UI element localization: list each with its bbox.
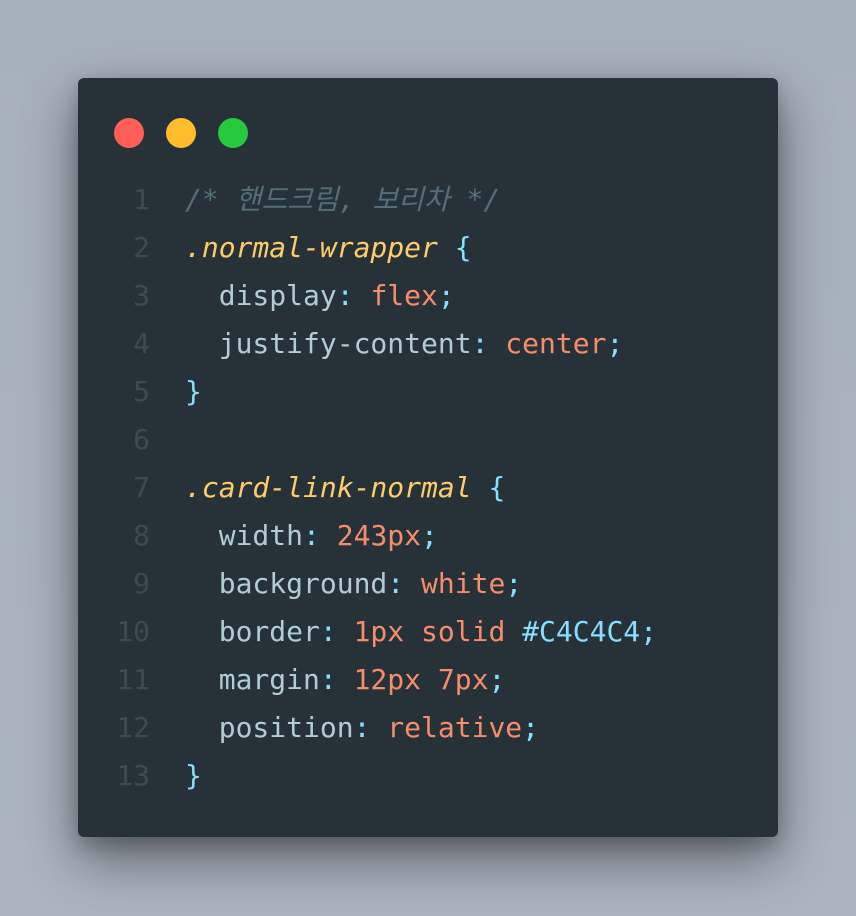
code-token-selector: .card-link-normal <box>185 471 472 504</box>
code-token-punct: ; <box>421 519 438 552</box>
code-token-punct: ; <box>640 615 658 648</box>
code-token-selector: .normal-wrapper <box>185 231 438 264</box>
code-token-value: 243px <box>336 519 422 552</box>
code-line: 13} <box>78 752 778 800</box>
code-token-comment: /* 핸드크림, 보리차 */ <box>185 183 501 216</box>
code-token-punct: : <box>471 327 506 360</box>
code-token-punct: ; <box>505 567 523 600</box>
line-content: border: 1px solid #C4C4C4; <box>150 608 657 656</box>
line-number: 7 <box>133 471 150 504</box>
line-number: 5 <box>133 375 150 408</box>
code-token-punct: : <box>353 711 388 744</box>
code-token-punct: ; <box>522 711 540 744</box>
code-line: 2 .normal-wrapper { <box>78 224 778 272</box>
line-content: background: white; <box>150 560 522 608</box>
close-button[interactable] <box>114 118 144 148</box>
window-controls <box>114 118 248 148</box>
code-line: 3 display: flex; <box>78 272 778 320</box>
code-token-punct: ; <box>488 663 506 696</box>
line-content: width: 243px; <box>150 512 438 560</box>
line-number: 12 <box>116 711 150 744</box>
code-token-hex: #C4C4C4 <box>522 615 641 648</box>
code-line: 12 position: relative; <box>78 704 778 752</box>
line-content: margin: 12px 7px; <box>150 656 506 704</box>
line-number: 6 <box>133 423 150 456</box>
line-number: 8 <box>133 519 150 552</box>
code-line: 11 margin: 12px 7px; <box>78 656 778 704</box>
code-token-punct: : <box>319 615 354 648</box>
line-number: 10 <box>116 615 150 648</box>
code-line: 7 .card-link-normal { <box>78 464 778 512</box>
line-content: display: flex; <box>150 272 455 320</box>
code-token-brace: { <box>454 231 472 264</box>
code-token-prop: border <box>185 615 320 648</box>
code-token-punct: : <box>387 567 422 600</box>
code-token-prop: display <box>185 279 337 312</box>
line-content: justify-content: center; <box>150 320 624 368</box>
line-number: 13 <box>116 759 150 792</box>
code-line: 6 <box>78 416 778 464</box>
line-content: } <box>150 368 202 416</box>
code-token-prop: position <box>185 711 354 744</box>
line-content: } <box>150 752 202 800</box>
code-window: 1/* 핸드크림, 보리차 */2 .normal-wrapper {3 disp… <box>78 78 778 837</box>
line-content: .card-link-normal { <box>150 464 505 512</box>
code-token-punct: : <box>303 519 337 552</box>
minimize-button[interactable] <box>166 118 196 148</box>
code-token-prop: justify-content <box>185 327 472 360</box>
code-token-punct: : <box>336 279 371 312</box>
line-number: 9 <box>133 567 150 600</box>
maximize-button[interactable] <box>218 118 248 148</box>
line-number: 2 <box>133 231 150 264</box>
code-token-brace: } <box>185 375 202 408</box>
code-line: 8 width: 243px; <box>78 512 778 560</box>
code-token-punct: ; <box>437 279 455 312</box>
line-number: 3 <box>133 279 150 312</box>
code-block: 1/* 핸드크림, 보리차 */2 .normal-wrapper {3 disp… <box>78 176 778 800</box>
line-content: position: relative; <box>150 704 539 752</box>
code-token-punct: : <box>319 663 354 696</box>
line-content <box>150 416 185 464</box>
code-token-prop: background <box>185 567 388 600</box>
code-token-punct: ; <box>606 327 624 360</box>
line-number: 1 <box>133 183 150 216</box>
code-line: 5} <box>78 368 778 416</box>
line-number: 11 <box>116 663 150 696</box>
code-token-value: flex <box>370 279 438 312</box>
line-content: .normal-wrapper { <box>150 224 472 272</box>
code-token-value: 1px solid <box>353 615 523 648</box>
code-line: 9 background: white; <box>78 560 778 608</box>
line-number: 4 <box>133 327 150 360</box>
code-line: 1 /* 핸드크림, 보리차 */ <box>78 176 778 224</box>
code-token-value: center <box>505 327 607 360</box>
code-line: 10 border: 1px solid #C4C4C4; <box>78 608 778 656</box>
code-token-brace: { <box>488 471 506 504</box>
code-line: 4 justify-content: center; <box>78 320 778 368</box>
code-token-brace: } <box>185 759 202 792</box>
code-token-value: 12px 7px <box>353 663 489 696</box>
code-token-value: white <box>421 567 506 600</box>
code-token-prop: width <box>185 519 304 552</box>
code-token-prop: margin <box>185 663 320 696</box>
line-content: /* 핸드크림, 보리차 */ <box>150 176 500 224</box>
code-token-value: relative <box>387 711 523 744</box>
